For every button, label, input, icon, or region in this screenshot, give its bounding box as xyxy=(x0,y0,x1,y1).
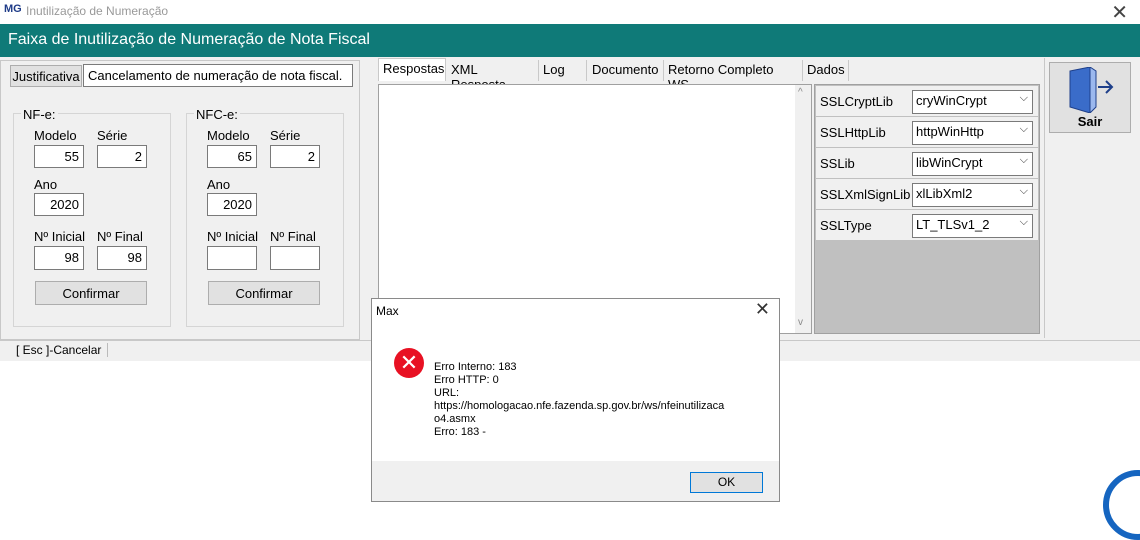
window-title: Inutilização de Numeração xyxy=(26,4,169,18)
nfce-modelo-label: Modelo xyxy=(207,128,250,143)
nfce-serie-input[interactable]: 2 xyxy=(270,145,320,168)
nfe-serie-input[interactable]: 2 xyxy=(97,145,147,168)
nfce-final-input[interactable] xyxy=(270,246,320,270)
prop-label: SSLXmlSignLib xyxy=(820,187,911,202)
error-line: Erro: 183 - xyxy=(434,426,486,438)
error-dialog: Max ✕ ✕ Erro Interno: 183 Erro HTTP: 0 U… xyxy=(371,298,780,502)
prop-combo[interactable]: libWinCrypt ⌵ xyxy=(912,152,1033,176)
chevron-down-icon[interactable]: ⌵ xyxy=(1020,154,1028,167)
nfe-confirm-button[interactable]: Confirmar xyxy=(35,281,147,305)
nfe-modelo-input[interactable]: 55 xyxy=(34,145,84,168)
scroll-down-icon[interactable]: v xyxy=(798,317,803,328)
error-line: URL: xyxy=(434,387,460,399)
nfce-ano-input[interactable]: 2020 xyxy=(207,193,257,216)
prop-value: libWinCrypt xyxy=(916,155,983,170)
page-title: Faixa de Inutilização de Numeração de No… xyxy=(8,31,370,48)
nfce-final-label: Nº Final xyxy=(270,229,316,244)
nfe-ano-input[interactable]: 2020 xyxy=(34,193,84,216)
scroll-up-icon[interactable]: ^ xyxy=(798,87,803,98)
error-line: https://homologacao.nfe.fazenda.sp.gov.b… xyxy=(434,400,725,412)
nfe-final-input[interactable]: 98 xyxy=(97,246,147,270)
chevron-down-icon[interactable]: ⌵ xyxy=(1020,92,1028,105)
prop-value: cryWinCrypt xyxy=(916,93,987,108)
nfe-serie-label: Série xyxy=(97,128,128,143)
nfe-final-label: Nº Final xyxy=(97,229,143,244)
title-bar: MG Inutilização de Numeração ✕ xyxy=(0,0,1140,24)
prop-label: SSLCryptLib xyxy=(820,94,893,109)
prop-combo[interactable]: httpWinHttp ⌵ xyxy=(912,121,1033,145)
prop-combo[interactable]: xlLibXml2 ⌵ xyxy=(912,183,1033,207)
nfce-ano-label: Ano xyxy=(207,177,231,192)
prop-label: SSLHttpLib xyxy=(820,125,886,140)
page-header: Faixa de Inutilização de Numeração de No… xyxy=(0,24,1140,57)
prop-combo[interactable]: cryWinCrypt ⌵ xyxy=(912,90,1033,114)
chevron-down-icon[interactable]: ⌵ xyxy=(1020,123,1028,136)
nfce-inicial-label: Nº Inicial xyxy=(207,229,258,244)
ok-button[interactable]: OK xyxy=(690,472,763,493)
prop-value: httpWinHttp xyxy=(916,124,984,139)
dialog-close-icon[interactable]: ✕ xyxy=(755,299,770,320)
tab-dados[interactable]: Dados xyxy=(803,60,849,81)
prop-value: LT_TLSv1_2 xyxy=(916,217,990,232)
dialog-footer: OK xyxy=(372,461,779,501)
nfe-inicial-input[interactable]: 98 xyxy=(34,246,84,270)
desktop-decoration xyxy=(1103,470,1140,540)
prop-label: SSLib xyxy=(820,156,855,171)
exit-door-icon xyxy=(1069,67,1114,113)
justificativa-button[interactable]: Justificativa xyxy=(10,65,82,87)
tab-documento[interactable]: Documento xyxy=(588,60,664,81)
nfe-ano-label: Ano xyxy=(34,177,58,192)
tab-log[interactable]: Log xyxy=(539,60,587,81)
tab-retorno-completo[interactable]: Retorno Completo WS xyxy=(664,60,803,92)
prop-label: SSLType xyxy=(820,218,872,233)
prop-value: xlLibXml2 xyxy=(916,186,973,201)
chevron-down-icon[interactable]: ⌵ xyxy=(1020,185,1028,198)
nfe-inicial-label: Nº Inicial xyxy=(34,229,85,244)
prop-combo[interactable]: LT_TLSv1_2 ⌵ xyxy=(912,214,1033,238)
app-logo-icon: MG xyxy=(4,3,22,15)
error-line: Erro Interno: 183 xyxy=(434,361,517,373)
nfce-inicial-input[interactable] xyxy=(207,246,257,270)
error-icon: ✕ xyxy=(394,348,424,378)
nfce-confirm-button[interactable]: Confirmar xyxy=(208,281,320,305)
nfce-modelo-input[interactable]: 65 xyxy=(207,145,257,168)
response-scrollbar[interactable]: ^ v xyxy=(795,85,811,333)
justificativa-input[interactable]: Cancelamento de numeração de nota fiscal… xyxy=(83,64,353,87)
chevron-down-icon[interactable]: ⌵ xyxy=(1020,216,1028,229)
dialog-title: Max xyxy=(376,304,399,318)
nfce-serie-label: Série xyxy=(270,128,301,143)
tab-xml-resposta[interactable]: XML Resposta xyxy=(447,60,539,92)
close-icon[interactable]: ✕ xyxy=(1111,0,1128,25)
nfe-modelo-label: Modelo xyxy=(34,128,77,143)
nfce-legend: NFC-e: xyxy=(194,107,240,122)
sair-label: Sair xyxy=(1077,114,1103,129)
tab-respostas[interactable]: Respostas xyxy=(378,58,446,81)
nfe-legend: NF-e: xyxy=(21,107,58,122)
error-line: Erro HTTP: 0 xyxy=(434,374,499,386)
error-line: o4.asmx xyxy=(434,413,476,425)
response-textarea[interactable]: ^ v xyxy=(378,84,812,334)
status-text: [ Esc ]-Cancelar xyxy=(8,343,109,357)
error-message: Erro Interno: 183 Erro HTTP: 0 URL: http… xyxy=(434,361,724,439)
sair-button[interactable]: Sair xyxy=(1049,62,1131,133)
